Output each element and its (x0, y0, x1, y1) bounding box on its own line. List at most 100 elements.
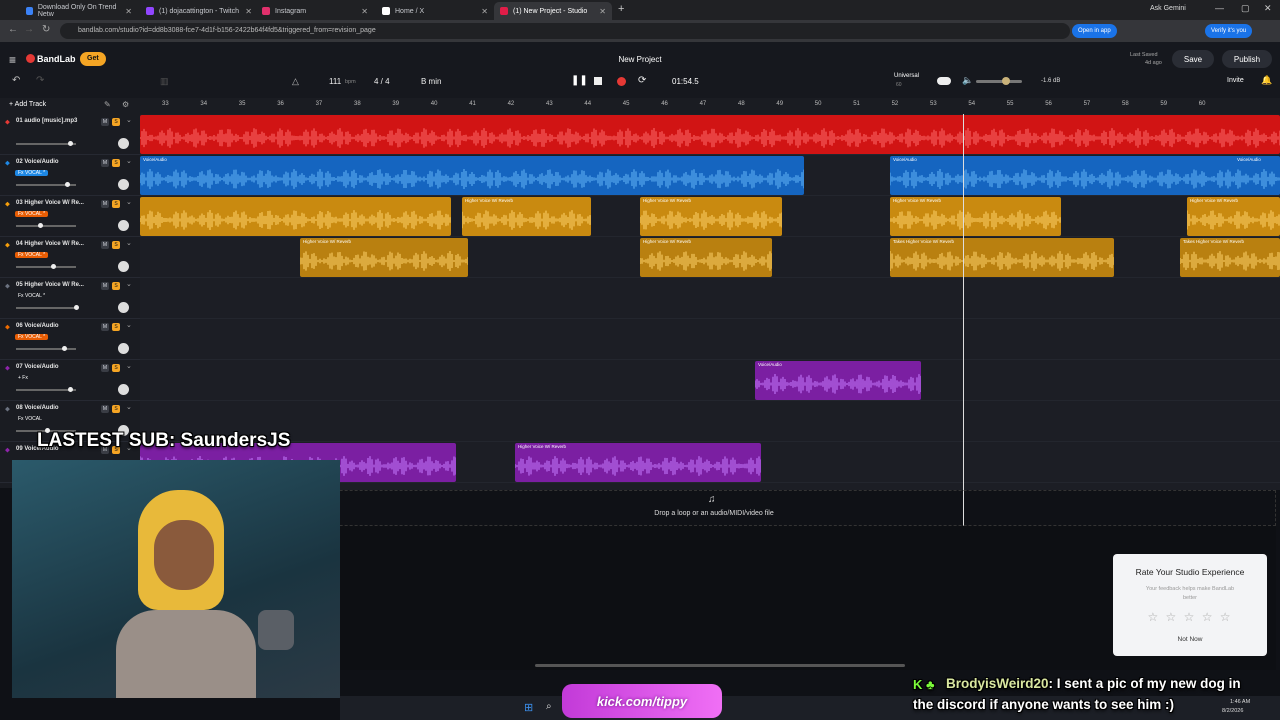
verify-button[interactable]: Verify it's you (1205, 24, 1253, 38)
audio-clip[interactable]: Voice/Audio (1234, 156, 1280, 195)
audio-clip[interactable]: Higher Voice W/ Reverb (462, 197, 591, 236)
save-button[interactable]: Save (1172, 50, 1214, 68)
redo-icon[interactable]: ↷ (36, 75, 44, 86)
time-signature[interactable]: 4 / 4 (374, 77, 390, 86)
browser-tab[interactable]: (1) dojacattington - Twitch ✕ (140, 2, 258, 20)
project-title[interactable]: New Project (596, 55, 684, 64)
solo-button[interactable]: S (112, 200, 120, 208)
browser-tab[interactable]: Instagram ✕ (256, 2, 374, 20)
audio-clip[interactable]: Higher Voice W/ Reverb (1187, 197, 1280, 236)
reload-icon[interactable]: ↻ (42, 24, 50, 35)
minimize-icon[interactable]: — (1215, 3, 1224, 13)
tab-close-icon[interactable]: ✕ (245, 7, 252, 16)
volume-handle[interactable] (38, 223, 44, 228)
back-icon[interactable]: ← (8, 24, 18, 35)
chevron-down-icon[interactable]: ⌄ (126, 116, 132, 124)
track-name[interactable]: 01 audio [music].mp3 (16, 118, 77, 124)
menu-icon[interactable]: ≡ (9, 53, 16, 67)
solo-button[interactable]: S (112, 405, 120, 413)
solo-button[interactable]: S (112, 118, 120, 126)
mute-button[interactable]: M (101, 364, 109, 372)
tools-icon[interactable]: ✎ (104, 100, 111, 109)
url-field[interactable]: bandlab.com/studio?id=dd8b3088-fce7-4d1f… (60, 23, 1070, 39)
fx-badge[interactable]: Fx VOCAL (15, 416, 45, 422)
chevron-down-icon[interactable]: ⌄ (126, 362, 132, 370)
track-name[interactable]: 02 Voice/Audio (16, 159, 59, 165)
bell-icon[interactable]: 🔔 (1261, 75, 1272, 86)
mute-button[interactable]: M (101, 241, 109, 249)
track-volume-slider[interactable] (16, 141, 76, 146)
master-volume-slider[interactable] (976, 77, 1022, 85)
record-icon[interactable] (617, 77, 626, 86)
audio-clip[interactable]: Voice/Audio (755, 361, 921, 400)
mute-button[interactable]: M (101, 323, 109, 331)
star-rating[interactable]: ☆ ☆ ☆ ☆ ☆ (1113, 610, 1267, 624)
arrangement-area[interactable]: Voice/Audio Voice/Audio Voice/Audio Higher … (140, 114, 1280, 490)
forward-icon[interactable]: → (24, 24, 34, 35)
track-header[interactable]: ⬥ 03 Higher Voice W/ Re... Fx VOCAL * M S ⌄ (0, 196, 140, 237)
chevron-down-icon[interactable]: ⌄ (126, 403, 132, 411)
windows-start-icon[interactable]: ⊞ (524, 701, 533, 714)
publish-button[interactable]: Publish (1222, 50, 1272, 68)
settings-icon[interactable]: ⚙ (122, 100, 129, 109)
track-header[interactable]: ⬥ 02 Voice/Audio Fx VOCAL * M S ⌄ (0, 155, 140, 196)
track-volume-slider[interactable] (16, 387, 76, 392)
audio-clip[interactable]: Higher Voice W/ Reverb (640, 197, 782, 236)
key-selector[interactable]: B min (421, 77, 441, 86)
audio-clip[interactable]: Higher Voice W/ Reverb (640, 238, 772, 277)
metronome-icon[interactable]: △ (292, 76, 299, 87)
pan-knob[interactable] (118, 179, 129, 190)
chevron-down-icon[interactable]: ⌄ (126, 239, 132, 247)
add-track-button[interactable]: + Add Track (9, 101, 46, 108)
chevron-down-icon[interactable]: ⌄ (126, 321, 132, 329)
audio-clip[interactable]: Voice/Audio (890, 156, 1280, 195)
audio-clip[interactable]: Higher Voice W/ Reverb (300, 238, 468, 277)
track-name[interactable]: 08 Voice/Audio (16, 405, 59, 411)
mute-button[interactable]: M (101, 159, 109, 167)
master-volume-handle[interactable] (1002, 77, 1010, 85)
browser-tab[interactable]: (1) New Project - Studio ✕ (494, 2, 612, 20)
chevron-down-icon[interactable]: ⌄ (126, 157, 132, 165)
invite-button[interactable]: Invite (1227, 77, 1244, 84)
track-name[interactable]: 04 Higher Voice W/ Re... (16, 241, 84, 247)
audio-clip[interactable]: Takes Higher Voice W/ Reverb (1180, 238, 1280, 277)
fx-badge[interactable]: + Fx (15, 375, 31, 381)
mixer-icon[interactable]: ▥ (160, 76, 169, 87)
get-button[interactable]: Get (80, 52, 106, 66)
bandlab-logo[interactable]: BandLab (37, 54, 76, 64)
track-lane[interactable] (140, 319, 1280, 360)
volume-handle[interactable] (50, 264, 56, 269)
audio-clip[interactable] (140, 197, 451, 236)
tab-close-icon[interactable]: ✕ (361, 7, 368, 16)
chevron-down-icon[interactable]: ⌄ (126, 280, 132, 288)
solo-button[interactable]: S (112, 282, 120, 290)
mute-button[interactable]: M (101, 282, 109, 290)
volume-handle[interactable] (65, 182, 71, 187)
close-window-icon[interactable]: ✕ (1264, 3, 1272, 14)
undo-icon[interactable]: ↶ (12, 75, 20, 86)
new-tab-button[interactable]: + (618, 3, 624, 15)
browser-tab[interactable]: Home / X ✕ (376, 2, 494, 20)
not-now-button[interactable]: Not Now (1113, 636, 1267, 643)
mute-button[interactable]: M (101, 405, 109, 413)
mute-button[interactable]: M (101, 200, 109, 208)
horizontal-scrollbar[interactable] (535, 664, 905, 667)
tab-close-icon[interactable]: ✕ (599, 7, 606, 16)
solo-button[interactable]: S (112, 241, 120, 249)
volume-handle[interactable] (68, 387, 74, 392)
master-toggle[interactable] (937, 77, 951, 85)
track-header[interactable]: ⬥ 01 audio [music].mp3 M S ⌄ (0, 114, 140, 155)
audio-clip[interactable]: Voice/Audio (140, 156, 804, 195)
timeline-ruler[interactable]: 33 34 35 36 37 38 39 40 41 42 43 44 45 46 47 48 49 50 51 52… (140, 98, 1280, 114)
pan-knob[interactable] (118, 138, 129, 149)
chevron-down-icon[interactable]: ⌄ (126, 198, 132, 206)
volume-handle[interactable] (74, 305, 79, 310)
track-lane[interactable] (140, 360, 1280, 401)
audio-clip[interactable]: Higher Voice W/ Reverb (890, 197, 1061, 236)
fx-badge[interactable]: Fx VOCAL * (15, 252, 49, 258)
track-header[interactable]: ⬥ 07 Voice/Audio + Fx M S ⌄ (0, 360, 140, 401)
track-volume-slider[interactable] (16, 223, 76, 228)
loop-icon[interactable]: ⟳ (638, 75, 646, 86)
fx-badge[interactable]: Fx VOCAL * (15, 170, 49, 176)
volume-handle[interactable] (68, 141, 74, 146)
